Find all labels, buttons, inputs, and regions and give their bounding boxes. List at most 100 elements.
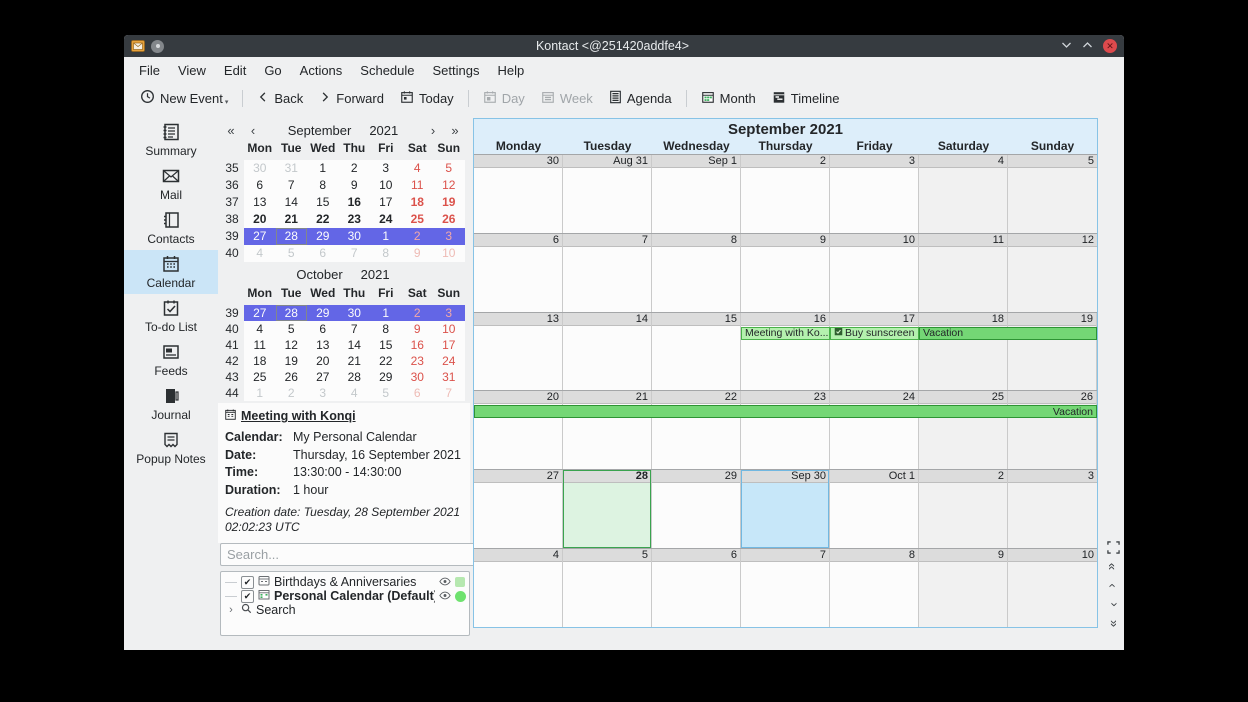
minicalendar-day[interactable]: 21: [339, 353, 371, 369]
month-day-cell[interactable]: 5: [563, 549, 652, 627]
double-chevron-down-icon[interactable]: «: [1109, 616, 1116, 630]
minicalendar-day[interactable]: 4: [339, 385, 371, 401]
sidebar-item-feeds[interactable]: Feeds: [124, 338, 218, 382]
menu-item-view[interactable]: View: [169, 60, 215, 81]
minicalendar-day[interactable]: 20: [244, 211, 276, 228]
minicalendar-day[interactable]: 31: [433, 369, 465, 385]
month-day-cell[interactable]: 9: [919, 549, 1008, 627]
sidebar-item-calendar[interactable]: Calendar: [124, 250, 218, 294]
month-day-cell[interactable]: 4: [919, 155, 1008, 233]
minicalendar-day[interactable]: 30: [339, 228, 371, 245]
minicalendar-day[interactable]: 23: [402, 353, 434, 369]
month-day-cell[interactable]: 4: [474, 549, 563, 627]
minicalendar-day[interactable]: 15: [370, 337, 402, 353]
minicalendar-day[interactable]: 9: [339, 177, 371, 194]
minicalendar-day[interactable]: 1: [370, 228, 402, 245]
month-day-cell[interactable]: 15: [652, 313, 741, 391]
month-day-cell[interactable]: 3: [830, 155, 919, 233]
week-number[interactable]: 41: [220, 337, 244, 353]
minicalendar-day[interactable]: 7: [433, 385, 465, 401]
minicalendar-day[interactable]: 23: [339, 211, 371, 228]
minimize-button[interactable]: [1061, 41, 1072, 51]
next-month-button[interactable]: ›: [422, 123, 444, 138]
new-event-button[interactable]: New Event▾: [132, 85, 236, 111]
previous-year-button[interactable]: «: [220, 123, 242, 138]
maximize-button[interactable]: [1082, 41, 1093, 51]
event-bar[interactable]: Vacation: [474, 405, 1097, 418]
month-day-cell[interactable]: 10: [830, 234, 919, 312]
minicalendar-day[interactable]: 27: [244, 305, 276, 321]
month-day-cell[interactable]: 29: [652, 470, 741, 548]
month-day-cell[interactable]: 19: [1008, 313, 1097, 391]
minicalendar-day[interactable]: 3: [433, 228, 465, 245]
expander-icon[interactable]: ›: [225, 604, 237, 616]
calendar-list-item[interactable]: ›Search: [221, 603, 469, 617]
month-day-cell[interactable]: 2: [741, 155, 830, 233]
week-number[interactable]: 40: [220, 245, 244, 262]
minicalendar-day[interactable]: 18: [244, 353, 276, 369]
minicalendar-day[interactable]: 8: [370, 321, 402, 337]
minicalendar-day[interactable]: 19: [276, 353, 308, 369]
minicalendar-day[interactable]: 29: [370, 369, 402, 385]
sidebar-item-mail[interactable]: Mail: [124, 162, 218, 206]
today-button[interactable]: Today: [392, 86, 462, 111]
sidebar-item-to-do-list[interactable]: To-do List: [124, 294, 218, 338]
minicalendar-day[interactable]: 25: [244, 369, 276, 385]
month-day-cell[interactable]: 27: [474, 470, 563, 548]
month-day-cell[interactable]: 6: [474, 234, 563, 312]
minicalendar-day[interactable]: 17: [370, 194, 402, 211]
minicalendar-day[interactable]: 16: [402, 337, 434, 353]
calendar-list-item[interactable]: ✔Birthdays & Anniversaries: [221, 575, 469, 589]
month-day-cell[interactable]: 30: [474, 155, 563, 233]
month-day-cell[interactable]: 7: [563, 234, 652, 312]
close-button[interactable]: ✕: [1103, 39, 1117, 53]
month-day-cell[interactable]: 6: [652, 549, 741, 627]
month-day-cell[interactable]: Sep 30: [741, 470, 830, 548]
minicalendar-day[interactable]: 2: [402, 305, 434, 321]
month-day-cell[interactable]: 21: [563, 391, 652, 469]
month-day-cell[interactable]: 2: [919, 470, 1008, 548]
minicalendar-day[interactable]: 3: [370, 160, 402, 177]
month-day-cell[interactable]: 11: [919, 234, 1008, 312]
minicalendar-day[interactable]: 27: [244, 228, 276, 245]
week-number[interactable]: 44: [220, 385, 244, 401]
week-number[interactable]: 43: [220, 369, 244, 385]
week-number[interactable]: 36: [220, 177, 244, 194]
minicalendar-day[interactable]: 25: [402, 211, 434, 228]
sidebar-item-popup-notes[interactable]: Popup Notes: [124, 426, 218, 470]
minicalendar-day[interactable]: 2: [402, 228, 434, 245]
minicalendar-day[interactable]: 9: [402, 245, 434, 262]
minicalendar-day[interactable]: 29: [307, 305, 339, 321]
menu-item-edit[interactable]: Edit: [215, 60, 255, 81]
month-day-cell[interactable]: 12: [1008, 234, 1097, 312]
minicalendar-day[interactable]: 14: [339, 337, 371, 353]
previous-month-button[interactable]: ‹: [242, 123, 264, 138]
double-chevron-up-icon[interactable]: «: [1109, 559, 1116, 573]
event-bar[interactable]: Buy sunscreen: [830, 327, 919, 340]
forward-button[interactable]: Forward: [311, 87, 392, 110]
minicalendar-day[interactable]: 30: [339, 305, 371, 321]
month-day-cell[interactable]: 26: [1008, 391, 1097, 469]
minicalendar-day[interactable]: 4: [244, 321, 276, 337]
minicalendar-day[interactable]: 13: [307, 337, 339, 353]
minicalendar-day[interactable]: 26: [433, 211, 465, 228]
minicalendar-day[interactable]: 12: [276, 337, 308, 353]
year-button[interactable]: 2021: [352, 267, 399, 282]
minicalendar-day[interactable]: 26: [276, 369, 308, 385]
minicalendar-day[interactable]: 6: [244, 177, 276, 194]
month-day-cell[interactable]: Sep 1: [652, 155, 741, 233]
minicalendar-day[interactable]: 14: [276, 194, 308, 211]
minicalendar-day[interactable]: 19: [433, 194, 465, 211]
minicalendar-day[interactable]: 12: [433, 177, 465, 194]
minicalendar-day[interactable]: 20: [307, 353, 339, 369]
minicalendar-day[interactable]: 5: [370, 385, 402, 401]
month-day-cell[interactable]: 14: [563, 313, 652, 391]
minicalendar-day[interactable]: 27: [307, 369, 339, 385]
minicalendar-day[interactable]: 10: [433, 245, 465, 262]
week-number[interactable]: 40: [220, 321, 244, 337]
minicalendar-day[interactable]: 22: [307, 211, 339, 228]
minicalendar-day[interactable]: 8: [370, 245, 402, 262]
minicalendar-day[interactable]: 28: [276, 305, 308, 321]
calendar-list-item[interactable]: ✔Personal Calendar (Default): [221, 589, 469, 603]
minicalendar-day[interactable]: 3: [307, 385, 339, 401]
